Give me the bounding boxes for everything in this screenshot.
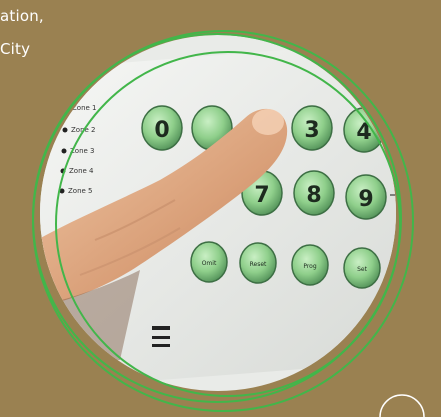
key-label: 7 xyxy=(254,183,269,208)
key-label: 0 xyxy=(154,118,169,143)
key-label: Prog xyxy=(303,263,317,270)
zone-label: Zone 1 xyxy=(72,104,97,112)
key-label: 8 xyxy=(306,183,321,208)
zone-label: Zone 4 xyxy=(69,167,94,175)
photo-content: Zone 1 Zone 2 Zone 3 Zone 4 Zone 5 0 3 4… xyxy=(40,35,396,391)
zone-label: Zone 5 xyxy=(68,187,93,195)
key-label: Reset xyxy=(250,261,267,268)
keypad-photo: Zone 1 Zone 2 Zone 3 Zone 4 Zone 5 0 3 4… xyxy=(32,30,425,417)
key-label: Set xyxy=(357,266,368,273)
corner-circle xyxy=(379,394,425,417)
key-label: 9 xyxy=(358,187,373,212)
key-label: 4 xyxy=(356,120,371,145)
photo-stage: ation, City Zone 1 Zone 2 Zone 3 Zone 4 … xyxy=(0,0,441,417)
fingernail xyxy=(252,109,284,135)
key-label: Omit xyxy=(202,260,217,267)
key-label: 3 xyxy=(304,118,319,143)
